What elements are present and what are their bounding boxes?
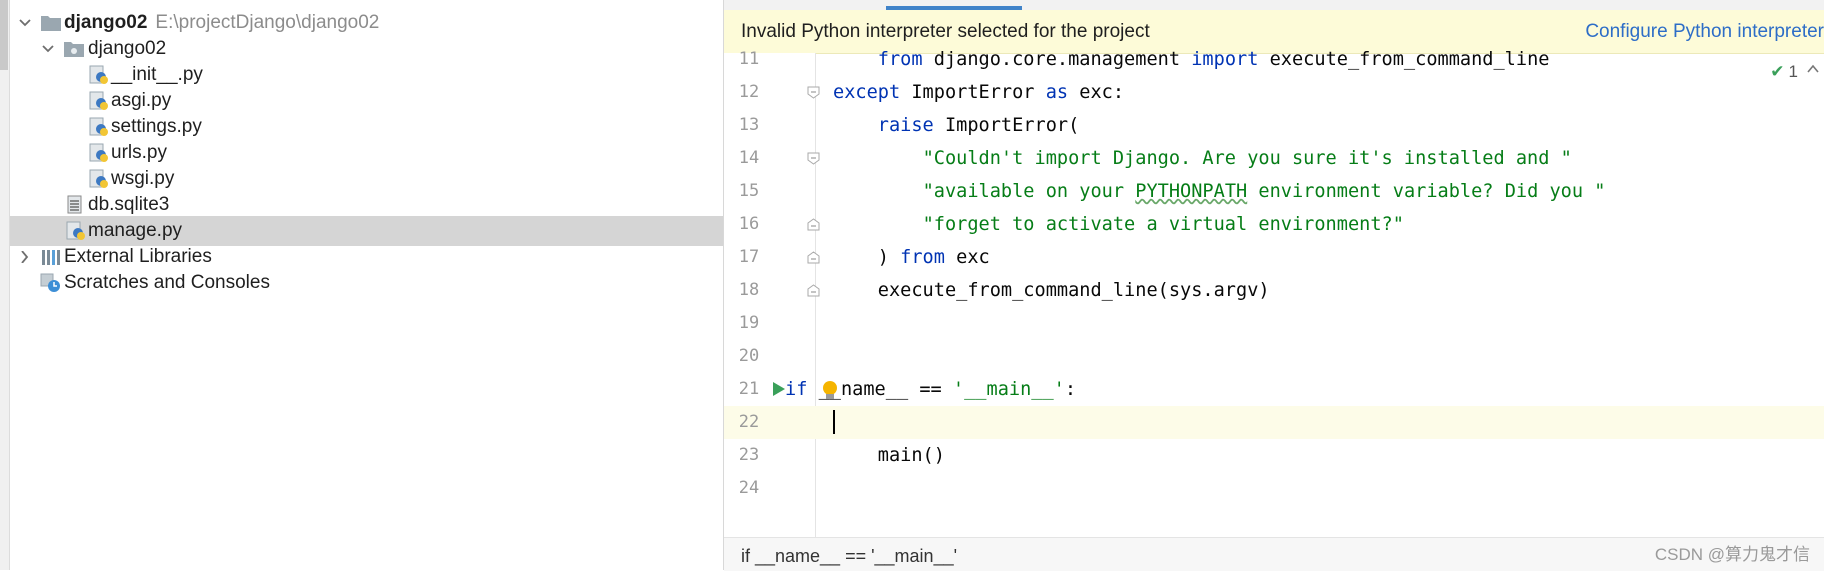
code-line[interactable]: 17 ) from exc: [724, 241, 1824, 274]
line-number: 20: [738, 346, 760, 366]
lightbulb-icon[interactable]: [820, 379, 840, 403]
line-number: 16: [738, 214, 760, 234]
code-text[interactable]: "available on your PYTHONPATH environmen…: [833, 175, 1606, 208]
code-text[interactable]: except ImportError as exc:: [833, 76, 1124, 109]
text-file-icon: [65, 195, 87, 215]
tree-item-label: Scratches and Consoles: [64, 272, 270, 293]
folder-icon: [40, 13, 62, 33]
line-number: 13: [738, 115, 760, 135]
code-line[interactable]: 11 from django.core.management import ex…: [724, 43, 1824, 76]
code-line[interactable]: 20: [724, 340, 1824, 373]
text-caret: [833, 410, 835, 434]
python-file-icon: [88, 91, 110, 111]
code-line[interactable]: 19: [724, 307, 1824, 340]
editor-tabs-strip[interactable]: [724, 0, 1824, 10]
code-line[interactable]: 24: [724, 472, 1824, 505]
python-file-icon: [88, 65, 110, 85]
fold-marker-icon[interactable]: [807, 251, 820, 264]
line-number: 12: [738, 82, 760, 102]
tool-window-strip[interactable]: [0, 0, 10, 570]
code-line[interactable]: 23 main(): [724, 439, 1824, 472]
code-text[interactable]: from django.core.management import execu…: [833, 43, 1550, 76]
project-tree: django02 E:\projectDjango\django02 django…: [10, 0, 724, 570]
python-file-icon: [65, 221, 87, 241]
breadcrumb[interactable]: if __name__ == '__main__': [741, 546, 957, 567]
code-line[interactable]: 18 execute_from_command_line(sys.argv): [724, 274, 1824, 307]
run-icon[interactable]: [772, 381, 786, 397]
python-file-icon: [88, 143, 110, 163]
tree-item-scratches[interactable]: Scratches and Consoles: [10, 268, 723, 298]
code-editor[interactable]: Invalid Python interpreter selected for …: [724, 0, 1824, 571]
fold-marker-icon[interactable]: [807, 218, 820, 231]
line-number: 22: [738, 412, 760, 432]
code-line[interactable]: 14 "Couldn't import Django. Are you sure…: [724, 142, 1824, 175]
code-line[interactable]: 21 if __name__ == '__main__':: [724, 373, 1824, 406]
root-path: E:\projectDjango\django02: [155, 12, 380, 33]
banner-message: Invalid Python interpreter selected for …: [741, 21, 1150, 42]
watermark: CSDN @算力鬼才信: [1654, 545, 1810, 564]
line-number: 21: [738, 379, 760, 399]
code-text[interactable]: "Couldn't import Django. Are you sure it…: [833, 142, 1572, 175]
code-text[interactable]: ) from exc: [833, 241, 990, 274]
configure-interpreter-link[interactable]: Configure Python interpreter: [1585, 21, 1824, 43]
fold-marker-icon[interactable]: [807, 152, 820, 165]
python-file-icon: [88, 169, 110, 189]
python-file-icon: [88, 117, 110, 137]
code-text[interactable]: execute_from_command_line(sys.argv): [833, 274, 1270, 307]
line-number: 17: [738, 247, 760, 267]
package-folder-icon: [63, 39, 85, 59]
line-number: 23: [738, 445, 760, 465]
line-number: 18: [738, 280, 760, 300]
root-name: django02: [64, 12, 148, 33]
fold-marker-icon[interactable]: [807, 284, 820, 297]
scratches-icon: [40, 273, 62, 293]
line-number: 19: [738, 313, 760, 333]
fold-marker-icon[interactable]: [807, 86, 820, 99]
code-line[interactable]: 15 "available on your PYTHONPATH environ…: [724, 175, 1824, 208]
code-line[interactable]: 13 raise ImportError(: [724, 109, 1824, 142]
code-text[interactable]: main(): [833, 439, 945, 472]
code-text[interactable]: raise ImportError(: [833, 109, 1080, 142]
project-tool-tab[interactable]: [0, 0, 8, 70]
code-line-current[interactable]: 22: [724, 406, 1824, 439]
code-line[interactable]: 16 "forget to activate a virtual environ…: [724, 208, 1824, 241]
line-number: 11: [738, 49, 760, 69]
libraries-icon: [40, 247, 62, 267]
code-line[interactable]: 12 except ImportError as exc:: [724, 76, 1824, 109]
code-text[interactable]: "forget to activate a virtual environmen…: [833, 208, 1404, 241]
line-number: 14: [738, 148, 760, 168]
line-number: 24: [738, 478, 760, 498]
line-number: 15: [738, 181, 760, 201]
